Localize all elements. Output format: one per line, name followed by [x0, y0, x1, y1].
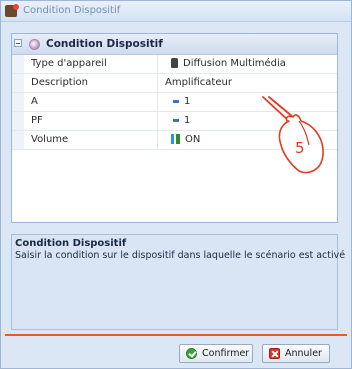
app-icon	[5, 4, 19, 17]
property-value[interactable]: Amplificateur	[159, 74, 337, 92]
property-name: Description	[12, 74, 158, 92]
property-name: A	[12, 93, 158, 111]
description-panel: Condition Dispositif Saisir la condition…	[11, 234, 346, 330]
property-value-text: 1	[184, 115, 191, 126]
property-group-header[interactable]: Condition Dispositif	[12, 34, 337, 55]
title-bar[interactable]: Condition Dispositif	[1, 1, 351, 22]
footer-divider	[5, 334, 347, 336]
step-number-label: 5	[295, 139, 305, 157]
property-value-text: ON	[185, 134, 201, 145]
condition-icon	[29, 39, 40, 50]
property-value-text: 1	[184, 96, 191, 107]
property-name: Volume	[12, 131, 158, 149]
confirm-button[interactable]: Confirmer	[179, 344, 253, 363]
speaker-icon	[171, 58, 178, 68]
property-value-text: Diffusion Multimédia	[183, 58, 286, 69]
value-marker-icon	[173, 99, 179, 103]
pointing-hand-icon: 5	[262, 96, 324, 174]
collapse-icon[interactable]	[14, 39, 22, 47]
property-value[interactable]: Diffusion Multimédia	[159, 55, 337, 73]
property-name: Type d'appareil	[12, 55, 158, 73]
confirm-button-label: Confirmer	[202, 348, 250, 359]
check-icon	[186, 348, 197, 359]
close-icon	[269, 348, 280, 359]
cancel-button-label: Annuler	[285, 348, 322, 359]
volume-icon	[171, 134, 180, 144]
property-row-description[interactable]: Description Amplificateur	[12, 74, 337, 93]
property-group-label: Condition Dispositif	[46, 38, 163, 50]
description-title: Condition Dispositif	[15, 238, 127, 249]
description-text: Saisir la condition sur le dispositif da…	[15, 250, 346, 261]
value-marker-icon	[173, 118, 179, 122]
property-name: PF	[12, 112, 158, 130]
window-title: Condition Dispositif	[23, 5, 121, 16]
cancel-button[interactable]: Annuler	[262, 344, 330, 363]
property-row-type[interactable]: Type d'appareil Diffusion Multimédia	[12, 55, 337, 74]
dialog-window: Condition Dispositif Condition Dispositi…	[0, 0, 352, 369]
